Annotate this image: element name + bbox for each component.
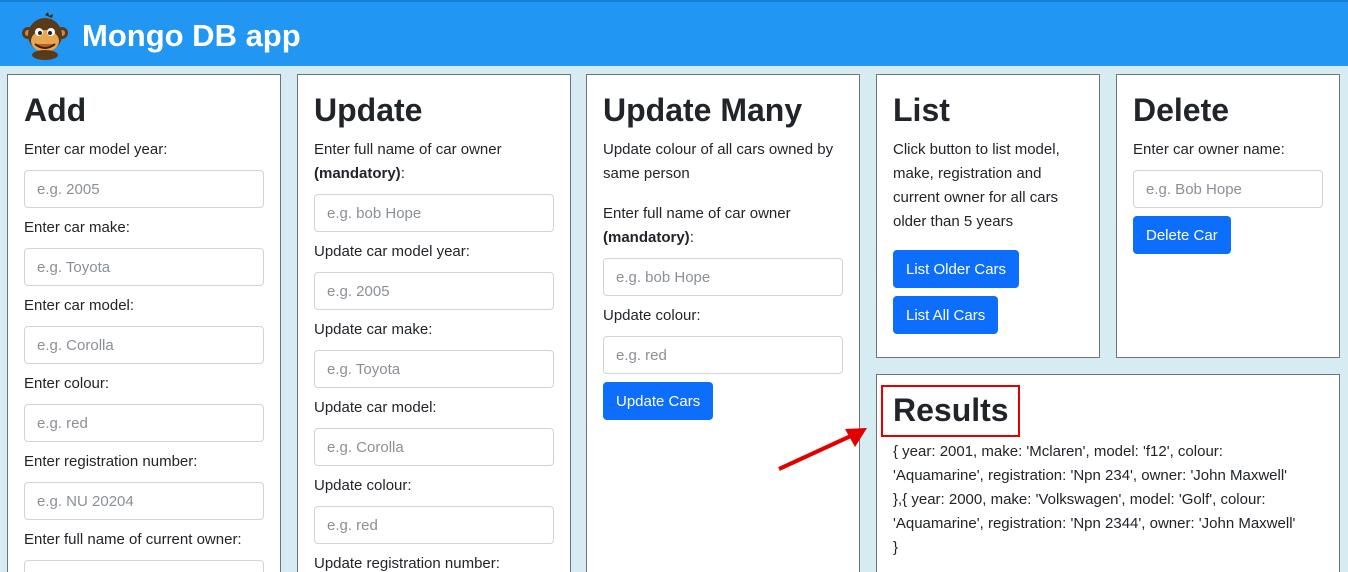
add-make-label: Enter car make:	[24, 219, 130, 236]
list-description: Click button to list model, make, regist…	[893, 141, 1060, 230]
list-all-cars-button[interactable]: List All Cars	[893, 296, 999, 334]
add-make-input[interactable]	[24, 248, 264, 286]
add-year-input[interactable]	[24, 170, 264, 208]
update-colour-label: Update colour:	[314, 477, 412, 494]
update-many-owner-mandatory: (mandatory)	[603, 229, 690, 246]
results-line: { year: 2001, make: 'Mclaren', model: 'f…	[893, 443, 1223, 460]
update-many-description: Update colour of all cars owned by same …	[603, 141, 834, 182]
update-heading: Update	[314, 92, 423, 128]
update-many-heading: Update Many	[603, 92, 803, 128]
update-colour-input[interactable]	[314, 506, 554, 544]
update-many-colour-input[interactable]	[603, 336, 843, 374]
results-line: 'Aquamarine', registration: 'Npn 2344', …	[893, 515, 1296, 532]
update-card: Update Enter full name of car owner (man…	[297, 74, 571, 572]
navbar: Mongo DB app	[0, 0, 1348, 66]
update-owner-input[interactable]	[314, 194, 554, 232]
annotation-arrow-icon	[778, 428, 867, 471]
add-owner-label: Enter full name of current owner:	[24, 531, 242, 548]
add-registration-input[interactable]	[24, 482, 264, 520]
delete-car-button[interactable]: Delete Car	[1133, 216, 1231, 254]
update-model-label: Update car model:	[314, 399, 437, 416]
delete-owner-input[interactable]	[1133, 170, 1323, 208]
delete-heading: Delete	[1133, 92, 1230, 128]
results-line: },{ year: 2000, make: 'Volkswagen', mode…	[893, 491, 1266, 508]
add-owner-input[interactable]	[24, 560, 264, 572]
list-older-cars-button[interactable]: List Older Cars	[893, 250, 1020, 288]
results-line: }	[893, 539, 899, 556]
results-heading: Results	[893, 392, 1009, 428]
update-registration-label: Update registration number:	[314, 555, 500, 572]
app-title: Mongo DB app	[82, 18, 301, 53]
delete-owner-label: Enter car owner name:	[1133, 141, 1285, 158]
results-line: 'Aquamarine', registration: 'Npn 234', o…	[893, 467, 1288, 484]
monkey-logo-icon	[22, 12, 68, 60]
update-many-owner-label: Enter full name of car owner (mandatory)…	[603, 202, 843, 250]
update-cars-button[interactable]: Update Cars	[603, 382, 714, 420]
update-year-label: Update car model year:	[314, 243, 470, 260]
add-year-label: Enter car model year:	[24, 141, 168, 158]
results-output: { year: 2001, make: 'Mclaren', model: 'f…	[893, 440, 1333, 560]
update-owner-suffix: :	[400, 165, 405, 182]
update-many-owner-suffix: :	[689, 229, 694, 246]
add-heading: Add	[24, 92, 87, 128]
update-make-label: Update car make:	[314, 321, 433, 338]
update-many-card: Update Many Update colour of all cars ow…	[586, 74, 860, 572]
update-owner-mandatory: (mandatory)	[314, 165, 401, 182]
update-owner-label-text: Enter full name of car owner	[314, 141, 502, 158]
list-heading: List	[893, 92, 950, 128]
add-colour-input[interactable]	[24, 404, 264, 442]
update-many-owner-label-text: Enter full name of car owner	[603, 205, 791, 222]
update-model-input[interactable]	[314, 428, 554, 466]
update-many-owner-input[interactable]	[603, 258, 843, 296]
update-make-input[interactable]	[314, 350, 554, 388]
add-colour-label: Enter colour:	[24, 375, 110, 392]
add-model-input[interactable]	[24, 326, 264, 364]
add-model-label: Enter car model:	[24, 297, 135, 314]
delete-card: Delete Enter car owner name: Delete Car	[1116, 74, 1340, 358]
add-card: Add Enter car model year: Enter car make…	[7, 74, 281, 572]
update-many-colour-label: Update colour:	[603, 307, 701, 324]
list-card: List Click button to list model, make, r…	[876, 74, 1100, 358]
add-registration-label: Enter registration number:	[24, 453, 198, 470]
update-year-input[interactable]	[314, 272, 554, 310]
results-card: Results { year: 2001, make: 'Mclaren', m…	[876, 374, 1340, 572]
update-owner-label: Enter full name of car owner (mandatory)…	[314, 138, 554, 186]
